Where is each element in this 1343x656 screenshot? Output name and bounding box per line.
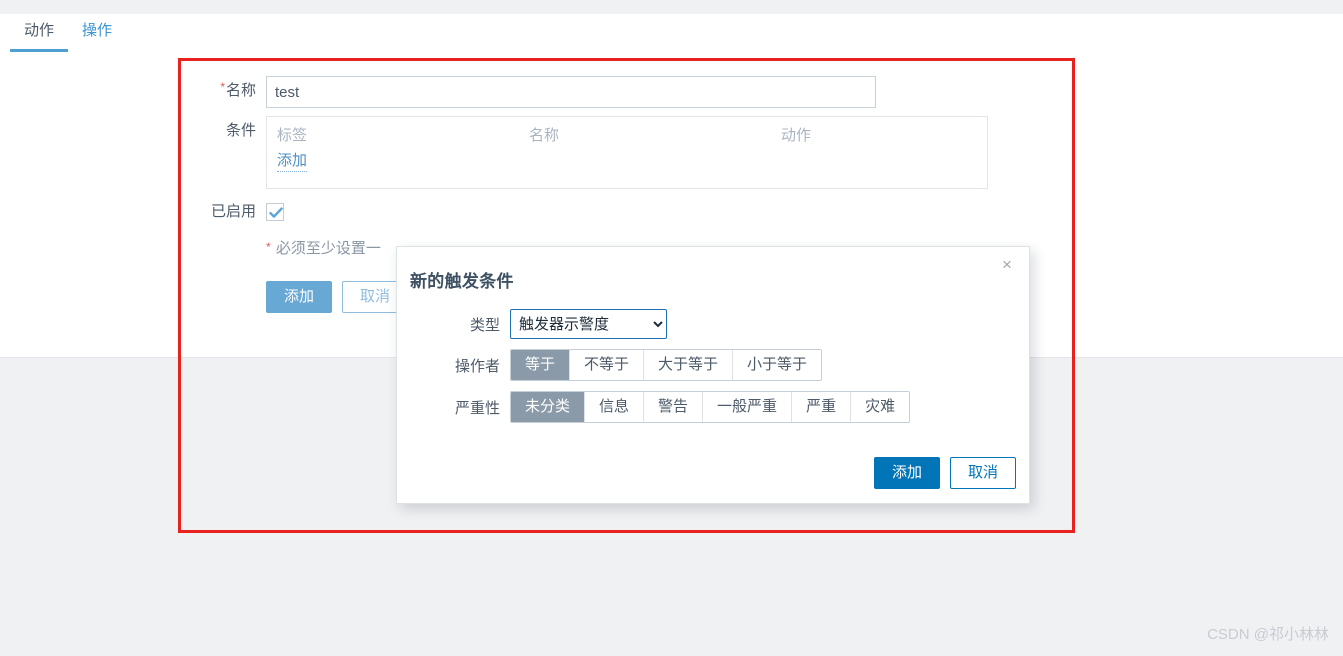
add-condition-link[interactable]: 添加 <box>277 151 308 172</box>
enabled-checkbox[interactable] <box>266 203 284 221</box>
severity-option-warning[interactable]: 警告 <box>643 392 703 422</box>
close-icon[interactable]: × <box>996 254 1018 276</box>
conditions-column-name: 名称 <box>529 127 560 144</box>
operator-option-equals[interactable]: 等于 <box>511 350 570 380</box>
tab-action-label: 动作 <box>24 22 55 39</box>
severity-label: 严重性 <box>454 399 500 417</box>
conditions-label: 条件 <box>225 122 256 139</box>
required-marker-name: * <box>220 80 225 94</box>
tab-operation-label: 操作 <box>82 22 113 39</box>
tab-operation[interactable]: 操作 <box>68 14 126 52</box>
new-trigger-condition-dialog: 新的触发条件 × 类型 触发器示警度 操作者 等于 不等于 大于等于 小于等于 … <box>396 246 1030 504</box>
conditions-column-action: 动作 <box>781 127 812 144</box>
dialog-row-operator: 操作者 等于 不等于 大于等于 小于等于 <box>397 349 1029 381</box>
form-row-conditions: 条件 标签 名称 动作 添加 <box>0 116 1040 189</box>
enabled-label: 已启用 <box>210 203 256 220</box>
dialog-row-severity: 严重性 未分类 信息 警告 一般严重 严重 灾难 <box>397 391 1029 423</box>
name-label-text: 名称 <box>225 82 256 99</box>
severity-option-average[interactable]: 一般严重 <box>702 392 792 422</box>
operator-option-greater-equals[interactable]: 大于等于 <box>643 350 733 380</box>
tab-bar: 动作 操作 <box>0 14 126 58</box>
hint-spacer <box>0 239 266 259</box>
form-row-name: *名称 <box>0 76 1040 108</box>
required-hint-text: 必须至少设置一 <box>275 240 381 257</box>
dialog-add-button[interactable]: 添加 <box>873 457 940 489</box>
required-hint: * 必须至少设置一 <box>266 239 381 259</box>
type-label: 类型 <box>469 316 500 334</box>
severity-option-not-classified[interactable]: 未分类 <box>511 392 585 422</box>
conditions-table: 标签 名称 动作 添加 <box>266 116 988 189</box>
severity-option-high[interactable]: 严重 <box>791 392 851 422</box>
dialog-footer: 添加 取消 <box>873 457 1016 489</box>
type-select[interactable]: 触发器示警度 <box>510 309 667 339</box>
form-add-button[interactable]: 添加 <box>266 281 333 313</box>
name-input[interactable] <box>266 76 876 108</box>
severity-segmented-control: 未分类 信息 警告 一般严重 严重 灾难 <box>510 391 911 423</box>
tab-action[interactable]: 动作 <box>10 14 69 52</box>
dialog-title: 新的触发条件 <box>410 272 514 291</box>
checkmark-icon <box>269 207 283 218</box>
conditions-table-header: 标签 名称 动作 <box>277 123 977 149</box>
conditions-column-label: 标签 <box>277 127 308 144</box>
name-label: *名称 <box>0 76 266 106</box>
operator-option-less-equals[interactable]: 小于等于 <box>732 350 822 380</box>
form-row-enabled: 已启用 <box>0 197 1040 227</box>
severity-option-disaster[interactable]: 灾难 <box>850 392 910 422</box>
watermark: CSDN @祁小林林 <box>1207 626 1329 643</box>
dialog-cancel-button[interactable]: 取消 <box>949 457 1016 489</box>
buttons-spacer <box>0 271 266 313</box>
operator-option-not-equals[interactable]: 不等于 <box>569 350 644 380</box>
operator-segmented-control: 等于 不等于 大于等于 小于等于 <box>510 349 823 381</box>
dialog-row-type: 类型 触发器示警度 <box>397 309 1029 339</box>
form-button-group: 添加 取消 <box>266 281 409 313</box>
required-marker-hint: * <box>266 240 271 254</box>
severity-option-information[interactable]: 信息 <box>584 392 644 422</box>
operator-label: 操作者 <box>454 357 500 375</box>
dialog-body: 类型 触发器示警度 操作者 等于 不等于 大于等于 小于等于 严重性 未分类 信… <box>397 309 1029 433</box>
